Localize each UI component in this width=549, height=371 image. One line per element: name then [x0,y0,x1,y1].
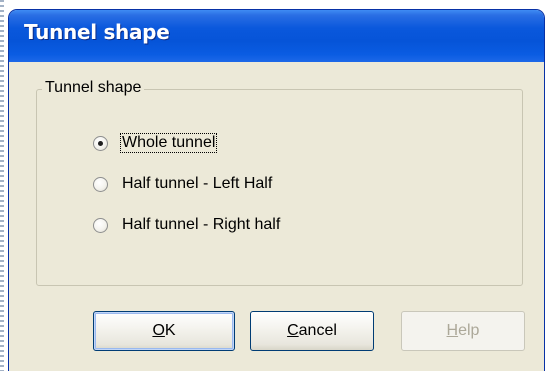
radio-label-half-tunnel-right[interactable]: Half tunnel - Right half [121,216,281,234]
radio-half-tunnel-right[interactable]: Half tunnel - Right half [93,212,281,238]
group-label: Tunnel shape [42,79,145,97]
window-title: Tunnel shape [24,20,170,44]
cancel-button-label: Cancel [287,322,337,339]
radio-button-unchecked[interactable] [93,176,108,192]
dialog-body: Tunnel shape Whole tunnel Half tunnel - … [13,62,540,371]
radio-whole-tunnel[interactable]: Whole tunnel [93,130,218,156]
cancel-button[interactable]: Cancel [250,311,374,351]
tunnel-shape-dialog: Tunnel shape Tunnel shape Whole tunnel H… [9,10,544,371]
title-bar[interactable]: Tunnel shape [9,10,544,62]
background-dotted-edge [0,0,4,371]
radio-half-tunnel-left[interactable]: Half tunnel - Left Half [93,171,273,197]
radio-label-half-tunnel-left[interactable]: Half tunnel - Left Half [121,175,273,193]
help-button-label: Help [446,322,480,339]
radio-label-whole-tunnel[interactable]: Whole tunnel [119,133,218,153]
tunnel-shape-group: Tunnel shape Whole tunnel Half tunnel - … [36,79,523,286]
help-button[interactable]: Help [401,311,525,351]
ok-button-label: OK [152,322,176,339]
radio-dot-icon [98,140,103,146]
radio-button-unchecked[interactable] [93,217,108,233]
radio-button-checked[interactable] [93,135,108,151]
screen: Tunnel shape Tunnel shape Whole tunnel H… [0,0,549,371]
ok-button[interactable]: OK [93,311,235,351]
